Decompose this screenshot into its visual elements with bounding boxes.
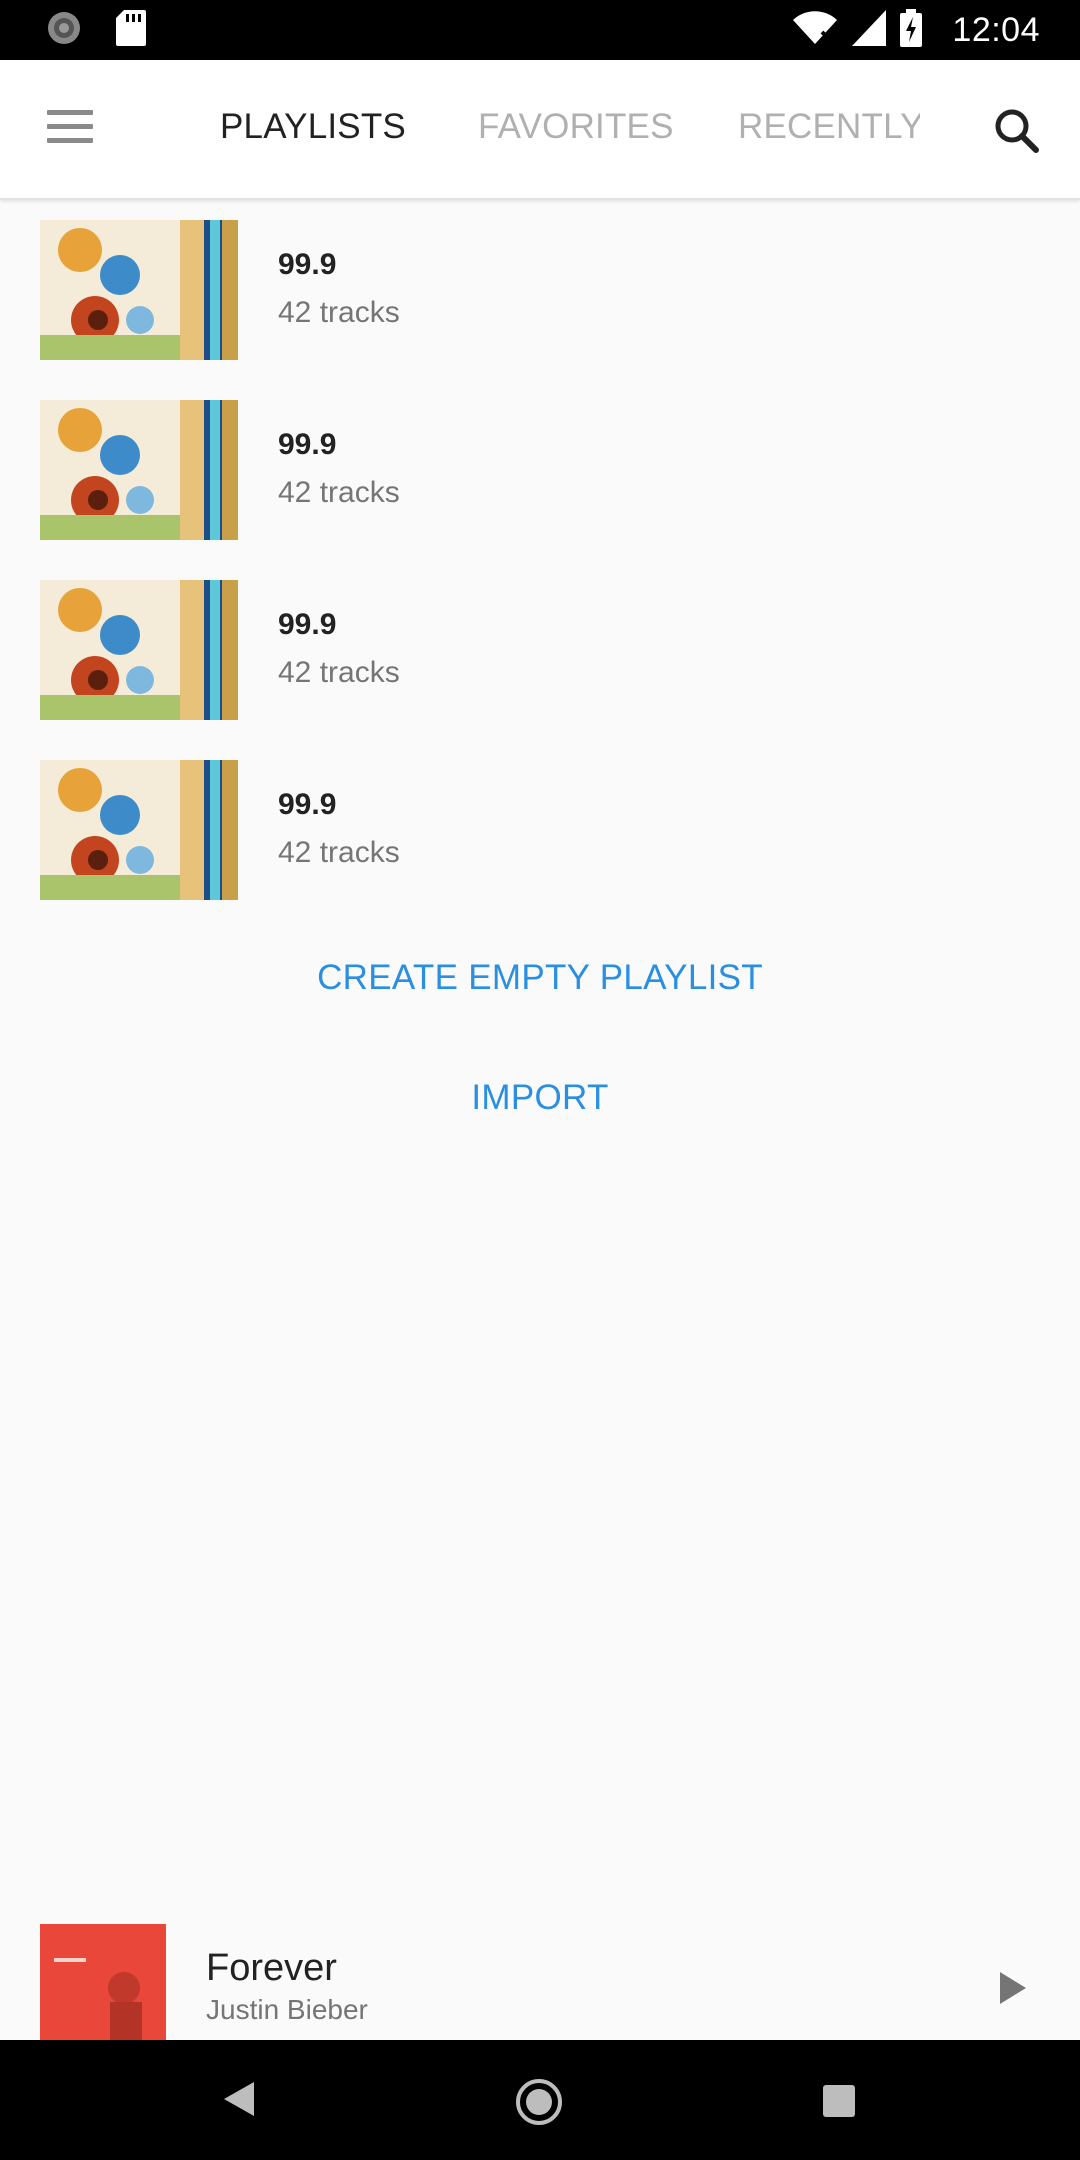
playlist-track-count: 42 tracks (278, 476, 400, 509)
screen: 12:04 PLAYLISTS FAVORITES RECENTLY A (0, 0, 1080, 2160)
playlist-row[interactable]: 99.9 42 tracks (0, 380, 1080, 560)
playlist-title: 99.9 (278, 788, 337, 821)
nav-home-button[interactable] (515, 2078, 563, 2131)
now-playing-album-art (40, 1924, 166, 2040)
loading-indicator-icon (46, 10, 82, 51)
back-icon (224, 2082, 254, 2116)
wifi-icon (792, 10, 838, 51)
playlist-cover-image (40, 220, 238, 360)
now-playing-title: Forever (206, 1947, 337, 1989)
create-empty-playlist-button[interactable]: CREATE EMPTY PLAYLIST (0, 958, 1080, 998)
nav-back-button[interactable] (222, 2080, 256, 2123)
playlist-title: 99.9 (278, 608, 337, 641)
menu-icon-line (47, 124, 93, 129)
import-button[interactable]: IMPORT (0, 1078, 1080, 1118)
now-playing-artist: Justin Bieber (206, 1994, 368, 2025)
playlist-row[interactable]: 99.9 42 tracks (0, 560, 1080, 740)
tab-favorites[interactable]: FAVORITES (478, 105, 674, 149)
menu-icon (47, 110, 93, 115)
mini-player[interactable]: Forever Justin Bieber (0, 1920, 1080, 2040)
play-icon (1000, 1972, 1026, 2004)
top-app-bar: PLAYLISTS FAVORITES RECENTLY A (0, 60, 1080, 200)
status-time: 12:04 (952, 10, 1040, 49)
system-nav-bar (0, 2040, 1080, 2160)
menu-icon-line (47, 138, 93, 143)
battery-charging-icon (900, 8, 923, 52)
playlist-row[interactable]: 99.9 42 tracks (0, 740, 1080, 920)
tab-strip: PLAYLISTS FAVORITES RECENTLY A (180, 60, 920, 200)
sd-card-icon (116, 9, 146, 51)
playlist-track-count: 42 tracks (278, 656, 400, 689)
nav-recents-button[interactable] (823, 2085, 855, 2117)
playlist-cover-image (40, 400, 238, 540)
playlist-title: 99.9 (278, 428, 337, 461)
play-button[interactable] (996, 1970, 1030, 2006)
playlist-title: 99.9 (278, 248, 337, 281)
status-bar: 12:04 (0, 0, 1080, 60)
playlist-track-count: 42 tracks (278, 296, 400, 329)
signal-icon (852, 9, 887, 51)
search-icon (995, 109, 1039, 153)
playlist-row[interactable]: 99.9 42 tracks (0, 200, 1080, 380)
search-button[interactable] (990, 104, 1046, 160)
home-icon (516, 2079, 562, 2125)
playlist-track-count: 42 tracks (278, 836, 400, 869)
tab-playlists[interactable]: PLAYLISTS (220, 105, 406, 149)
menu-button[interactable] (40, 110, 100, 150)
playlist-cover-image (40, 580, 238, 720)
tab-recently-added[interactable]: RECENTLY A (738, 105, 920, 149)
playlist-cover-image (40, 760, 238, 900)
